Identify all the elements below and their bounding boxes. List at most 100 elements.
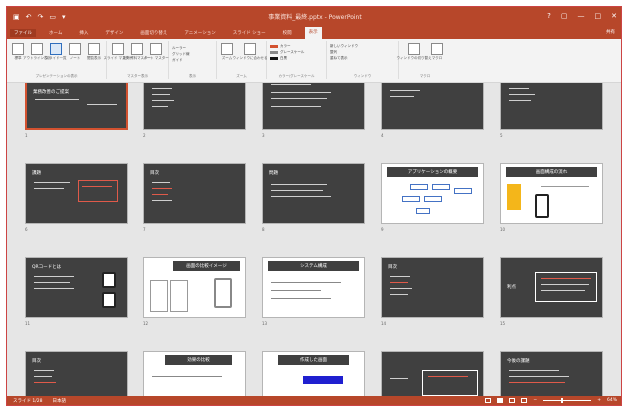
fit-window-icon: [244, 43, 256, 55]
powerpoint-window: ▣ ↶ ↷ ▭ ▾ 事業資料_最終.pptx - PowerPoint ? ▢ …: [6, 6, 622, 406]
slide-sorter-view-icon[interactable]: [497, 398, 504, 403]
group-label-window: ウィンドウ: [353, 74, 372, 78]
outline-view-icon: [31, 43, 43, 55]
magnifier-icon: [221, 43, 233, 55]
slide-thumbnail[interactable]: [381, 351, 484, 396]
reading-view-icon: [88, 43, 100, 55]
new-window-button[interactable]: 新しいウィンドウ: [327, 41, 398, 49]
normal-view-icon[interactable]: [485, 398, 492, 403]
ribbon-group-zoom: ズーム ウィンドウに合わせる ズーム: [217, 41, 268, 79]
grayscale-option-label: グレースケール: [280, 50, 305, 54]
tab-home[interactable]: ホーム: [45, 29, 66, 37]
tab-transitions[interactable]: 画面切り替え: [136, 29, 171, 37]
slide-thumbnail[interactable]: [500, 83, 603, 130]
tab-slideshow[interactable]: スライド ショー: [229, 29, 270, 37]
black-white-option-label: 白黒: [280, 56, 287, 60]
slide-thumbnail[interactable]: 目次: [25, 351, 128, 396]
slide-thumbnail[interactable]: 今後の課題: [500, 351, 603, 396]
slide-thumbnail[interactable]: 業務改善のご提案: [25, 83, 128, 130]
ribbon-group-master-views: スライド マスター 配布資料マスター ノート マスター マスター表示: [103, 41, 169, 79]
slide-thumbnail[interactable]: 課題: [25, 163, 128, 224]
ribbon-tabs: ファイル ホーム 挿入 デザイン 画面切り替え アニメーション スライド ショー…: [7, 27, 621, 39]
status-right: − + 64%: [485, 398, 617, 403]
ribbon-group-macros: ウィンドウの切り替え マクロ マクロ: [397, 41, 451, 79]
handout-master-icon: [131, 43, 143, 55]
notes-master-button[interactable]: ノート マスター: [143, 43, 169, 60]
group-label-master-views: マスター表示: [127, 74, 148, 78]
ribbon-display-icon[interactable]: ▢: [561, 11, 568, 21]
slide-master-icon: [112, 43, 124, 55]
slide-thumbnail[interactable]: [381, 83, 484, 130]
slide-thumbnail[interactable]: 問題: [262, 163, 365, 224]
switch-windows-icon: [408, 43, 420, 55]
zoom-in-icon[interactable]: +: [597, 398, 601, 403]
black-white-swatch: [270, 56, 278, 60]
slide-thumbnail[interactable]: 目次: [381, 257, 484, 318]
outline-view-button[interactable]: アウトライン表示: [23, 43, 51, 60]
reading-view-icon[interactable]: [509, 398, 516, 403]
status-left: スライド 1/28 日本語: [13, 398, 66, 404]
slide-thumbnail[interactable]: 画面の比較イメージ: [143, 257, 246, 318]
tab-review[interactable]: 校閲: [279, 29, 296, 37]
slide-thumbnail[interactable]: 作成した画面: [262, 351, 365, 396]
guides-checkbox[interactable]: ガイド: [169, 57, 216, 63]
black-white-option[interactable]: 白黒: [267, 55, 326, 61]
slide-thumbnail[interactable]: アプリケーションの概要: [381, 163, 484, 224]
grayscale-swatch: [270, 50, 278, 54]
zoom-slider-thumb[interactable]: [561, 398, 564, 403]
slide-thumbnail[interactable]: 目次: [143, 163, 246, 224]
help-icon[interactable]: ?: [547, 11, 551, 21]
window-title: 事業資料_最終.pptx - PowerPoint: [268, 14, 362, 21]
zoom-out-icon[interactable]: −: [533, 398, 537, 403]
slide-thumbnail[interactable]: QRコードとは: [25, 257, 128, 318]
group-label-zoom: ズーム: [236, 74, 247, 78]
slide-sorter-button[interactable]: スライド一覧: [46, 43, 67, 60]
tab-view[interactable]: 表示: [304, 27, 322, 39]
zoom-level[interactable]: 64%: [607, 398, 617, 403]
ribbon-group-show: ルーラー グリッド線 ガイド 表示: [169, 41, 217, 79]
reading-view-button[interactable]: 閲覧表示: [86, 43, 102, 60]
group-label-presentation-views: プレゼンテーションの表示: [35, 74, 78, 78]
slide-sorter-icon: [50, 43, 62, 55]
color-swatch: [270, 44, 278, 48]
close-icon[interactable]: ✕: [611, 11, 617, 21]
window-controls: ? ▢ — □ ✕: [547, 11, 617, 21]
switch-windows-button[interactable]: ウィンドウの切り替え: [397, 43, 432, 60]
minimize-icon[interactable]: —: [578, 11, 585, 21]
macros-button[interactable]: マクロ: [429, 43, 445, 60]
slide-thumbnail[interactable]: 利点: [500, 257, 603, 318]
slide-thumbnail[interactable]: [262, 83, 365, 130]
notes-master-icon: [150, 43, 162, 55]
share-button[interactable]: 共有: [606, 29, 615, 35]
slideshow-icon[interactable]: [521, 398, 528, 403]
slide-thumbnail[interactable]: システム構成: [262, 257, 365, 318]
group-label-macros: マクロ: [419, 74, 431, 78]
cascade-button[interactable]: 重ねて表示: [327, 55, 398, 61]
tab-insert[interactable]: 挿入: [75, 29, 92, 37]
ribbon-group-presentation-views: 標準 アウトライン表示 スライド一覧 ノート 閲覧表示 プレゼンテーションの表示: [7, 41, 107, 79]
ribbon: 標準 アウトライン表示 スライド一覧 ノート 閲覧表示 プレゼンテーションの表示…: [7, 39, 621, 83]
slide-thumbnail[interactable]: [143, 83, 246, 130]
group-label-show: 表示: [189, 74, 196, 78]
title-bar: ▣ ↶ ↷ ▭ ▾ 事業資料_最終.pptx - PowerPoint ? ▢ …: [7, 7, 621, 27]
zoom-slider[interactable]: [543, 398, 592, 403]
notes-page-icon: [69, 43, 81, 55]
slide-thumbnail[interactable]: 効果の比較: [143, 351, 246, 396]
group-label-color: カラー/グレースケール: [278, 74, 315, 78]
notes-page-button[interactable]: ノート: [67, 43, 83, 60]
ribbon-group-color: カラー グレースケール 白黒 カラー/グレースケール: [267, 41, 327, 79]
fit-to-window-button[interactable]: ウィンドウに合わせる: [233, 43, 268, 60]
slide-count: スライド 1/28: [13, 399, 43, 404]
maximize-icon[interactable]: □: [595, 11, 602, 21]
tab-file[interactable]: ファイル: [10, 29, 36, 37]
status-bar: スライド 1/28 日本語 − + 64%: [7, 396, 621, 405]
tab-design[interactable]: デザイン: [101, 29, 127, 37]
macros-icon: [431, 43, 443, 55]
ruler-checkbox[interactable]: ルーラー: [169, 41, 216, 51]
color-option-label: カラー: [280, 44, 291, 48]
slide-sorter-pane[interactable]: 業務改善のご提案 1 2 3 4 5 課題 6 目次 7 問題 8 アプリケーシ…: [7, 83, 621, 396]
language-indicator[interactable]: 日本語: [53, 398, 67, 404]
tab-animations[interactable]: アニメーション: [180, 29, 219, 37]
slide-thumbnail[interactable]: 画面構成の流れ: [500, 163, 603, 224]
color-option[interactable]: カラー: [267, 41, 326, 49]
